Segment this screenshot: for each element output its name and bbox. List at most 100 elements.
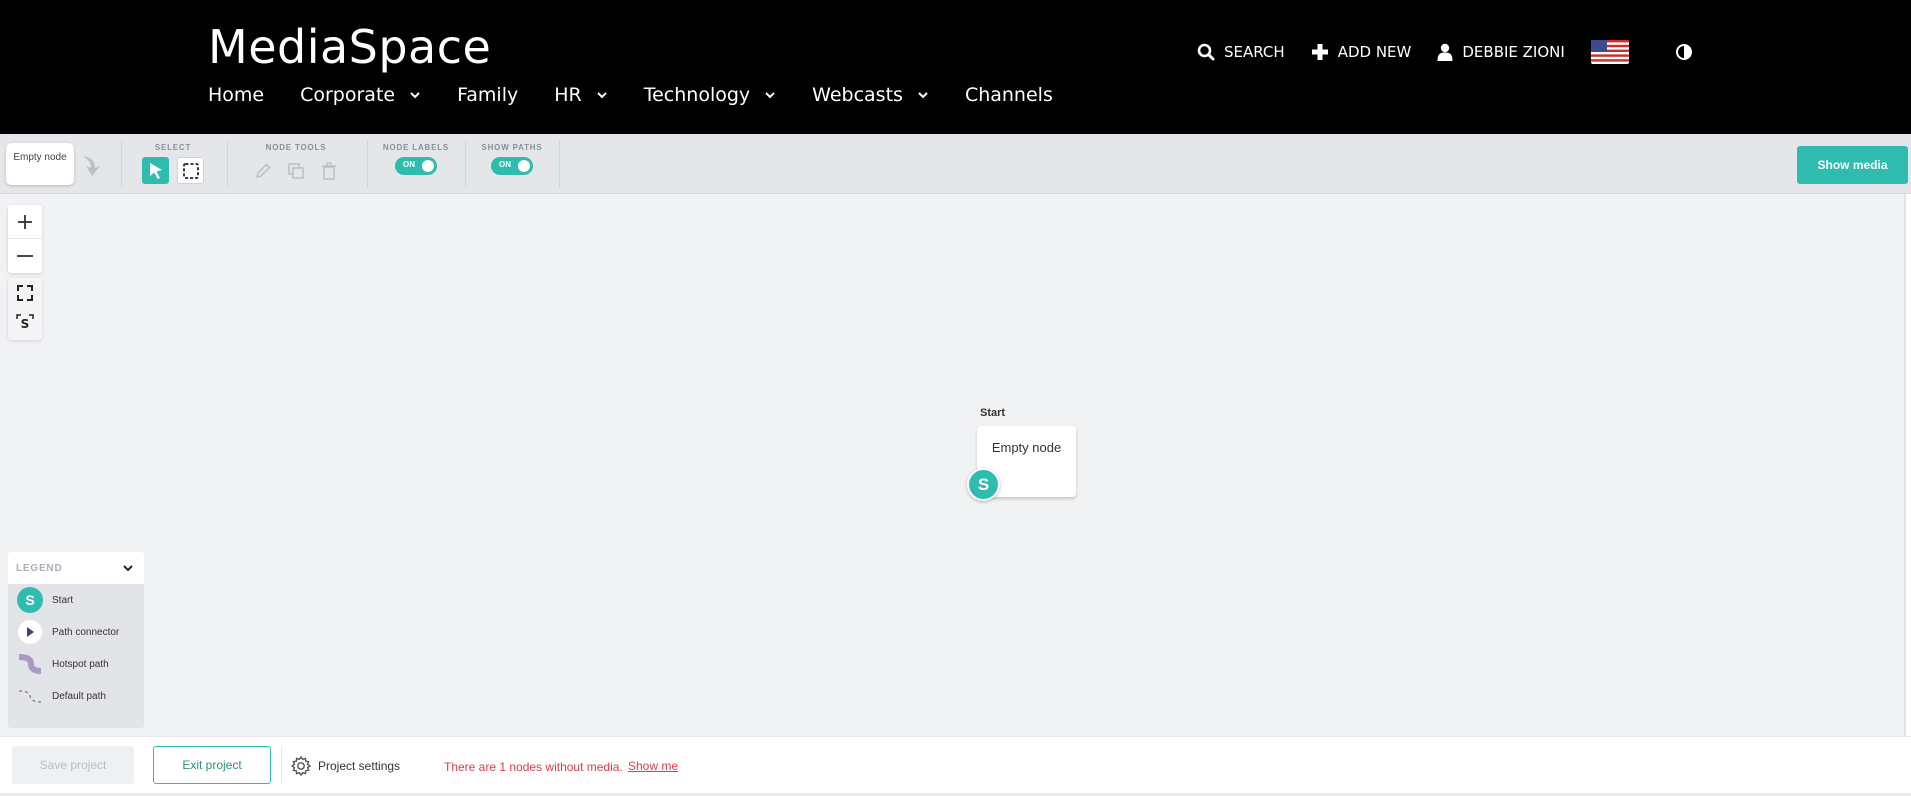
pencil-icon: [255, 162, 271, 178]
add-node-arrow-icon[interactable]: [79, 153, 105, 177]
start-focus-icon: S: [16, 314, 34, 331]
nav-label: HR: [554, 84, 582, 106]
nav-corporate[interactable]: Corporate: [300, 84, 421, 106]
legend-panel: LEGEND S Start Path connector Hotspot pa…: [8, 552, 144, 728]
legend-item-start: S Start: [8, 584, 144, 616]
toolbar-divider: [465, 140, 466, 188]
toolbar-divider: [121, 140, 122, 188]
story-canvas[interactable]: S Start Empty node S LEGEND S Start Path…: [0, 194, 1906, 736]
add-new-button[interactable]: ADD NEW: [1311, 43, 1411, 61]
search-label: SEARCH: [1224, 43, 1285, 61]
zoom-out-button[interactable]: [8, 239, 42, 273]
project-settings-button[interactable]: Project settings: [290, 755, 400, 777]
nav-home[interactable]: Home: [208, 84, 264, 106]
footer-divider: [281, 747, 282, 783]
go-to-start-button[interactable]: S: [8, 308, 42, 338]
legend-item-hotspot-path: Hotspot path: [8, 648, 144, 680]
main-nav: Home Corporate Family HR Technology Webc…: [208, 84, 1089, 106]
node-label: Start: [980, 407, 1006, 419]
hotspot-path-icon: [16, 650, 44, 678]
user-menu[interactable]: DEBBIE ZIONI: [1437, 43, 1565, 61]
start-focus-letter: S: [21, 317, 30, 331]
zoom-controls: [8, 205, 42, 273]
plus-icon: [1311, 44, 1328, 60]
legend-label: Default path: [52, 690, 106, 702]
us-flag-icon[interactable]: [1590, 40, 1629, 64]
nav-label: Channels: [964, 84, 1053, 106]
chevron-down-icon: [765, 92, 775, 99]
search-icon: [1197, 43, 1215, 61]
nav-hr[interactable]: HR: [554, 84, 608, 106]
legend-item-default-path: Default path: [8, 680, 144, 712]
empty-node-chip[interactable]: Empty node: [6, 143, 74, 185]
start-icon: S: [16, 586, 44, 614]
chevron-down-icon: [123, 565, 133, 572]
default-path-icon: [16, 682, 44, 710]
project-settings-label: Project settings: [318, 759, 401, 773]
legend-label: Start: [52, 594, 74, 606]
duplicate-icon: [288, 162, 304, 179]
user-name: DEBBIE ZIONI: [1462, 43, 1565, 61]
legend-header[interactable]: LEGEND: [8, 552, 144, 584]
node-labels-group: NODE LABELS ON: [381, 143, 451, 175]
show-paths-group: SHOW PATHS ON: [477, 143, 547, 175]
marquee-select-icon: [182, 162, 199, 179]
start-badge: S: [967, 468, 1000, 501]
toolbar-divider: [559, 140, 560, 188]
save-project-button[interactable]: Save project: [12, 746, 134, 784]
cursor-icon: [149, 162, 162, 179]
chevron-down-icon: [918, 92, 928, 99]
node-labels-label: NODE LABELS: [382, 143, 450, 152]
legend-item-path-connector: Path connector: [8, 616, 144, 648]
editor-toolbar: Empty node SELECT NODE TOOLS NODE LABELS…: [0, 134, 1911, 194]
trash-icon: [322, 161, 336, 180]
path-connector-icon: [16, 618, 44, 646]
user-icon: [1437, 43, 1453, 61]
toggle-state: ON: [499, 160, 511, 169]
fit-to-screen-button[interactable]: [8, 278, 42, 308]
edit-node-button[interactable]: [250, 157, 277, 184]
select-group: SELECT: [138, 143, 208, 184]
node-labels-toggle[interactable]: ON: [395, 157, 437, 175]
chevron-down-icon: [597, 92, 607, 99]
pointer-select-button[interactable]: [142, 157, 169, 184]
contrast-icon[interactable]: [1675, 43, 1693, 61]
nav-label: Corporate: [300, 84, 396, 106]
node-tools-label: NODE TOOLS: [265, 143, 327, 152]
minus-icon: [17, 255, 33, 257]
duplicate-node-button[interactable]: [283, 157, 310, 184]
nav-label: Family: [457, 84, 519, 106]
nav-label: Home: [208, 84, 265, 106]
toggle-state: ON: [403, 160, 415, 169]
show-media-button[interactable]: Show media: [1797, 146, 1908, 184]
toggle-knob: [422, 160, 434, 172]
toolbar-divider: [227, 140, 228, 188]
header-actions: SEARCH ADD NEW DEBBIE ZIONI: [1197, 40, 1693, 64]
nav-family[interactable]: Family: [457, 84, 518, 106]
nav-technology[interactable]: Technology: [644, 84, 776, 106]
nav-label: Webcasts: [812, 84, 903, 106]
legend-title: LEGEND: [16, 562, 63, 574]
plus-icon: [18, 214, 32, 229]
select-label: SELECT: [154, 143, 192, 152]
show-paths-label: SHOW PATHS: [481, 143, 543, 152]
site-header: MediaSpace Home Corporate Family HR Tech…: [0, 0, 1911, 134]
search-button[interactable]: SEARCH: [1197, 43, 1285, 61]
editor-footer: Save project Exit project Project settin…: [0, 736, 1911, 796]
marquee-select-button[interactable]: [177, 157, 204, 184]
nav-webcasts[interactable]: Webcasts: [812, 84, 929, 106]
nav-channels[interactable]: Channels: [965, 84, 1053, 106]
toggle-knob: [518, 160, 530, 172]
zoom-in-button[interactable]: [8, 205, 42, 239]
show-me-link[interactable]: Show me: [628, 759, 678, 773]
chevron-down-icon: [410, 92, 420, 99]
node-tools-group: NODE TOOLS: [246, 143, 346, 184]
exit-project-button[interactable]: Exit project: [153, 746, 271, 784]
show-paths-toggle[interactable]: ON: [491, 157, 533, 175]
legend-label: Path connector: [52, 626, 120, 638]
nav-label: Technology: [643, 84, 751, 106]
delete-node-button[interactable]: [316, 157, 343, 184]
site-logo[interactable]: MediaSpace: [208, 20, 491, 74]
view-controls: S: [8, 278, 42, 340]
fullscreen-icon: [17, 285, 33, 301]
